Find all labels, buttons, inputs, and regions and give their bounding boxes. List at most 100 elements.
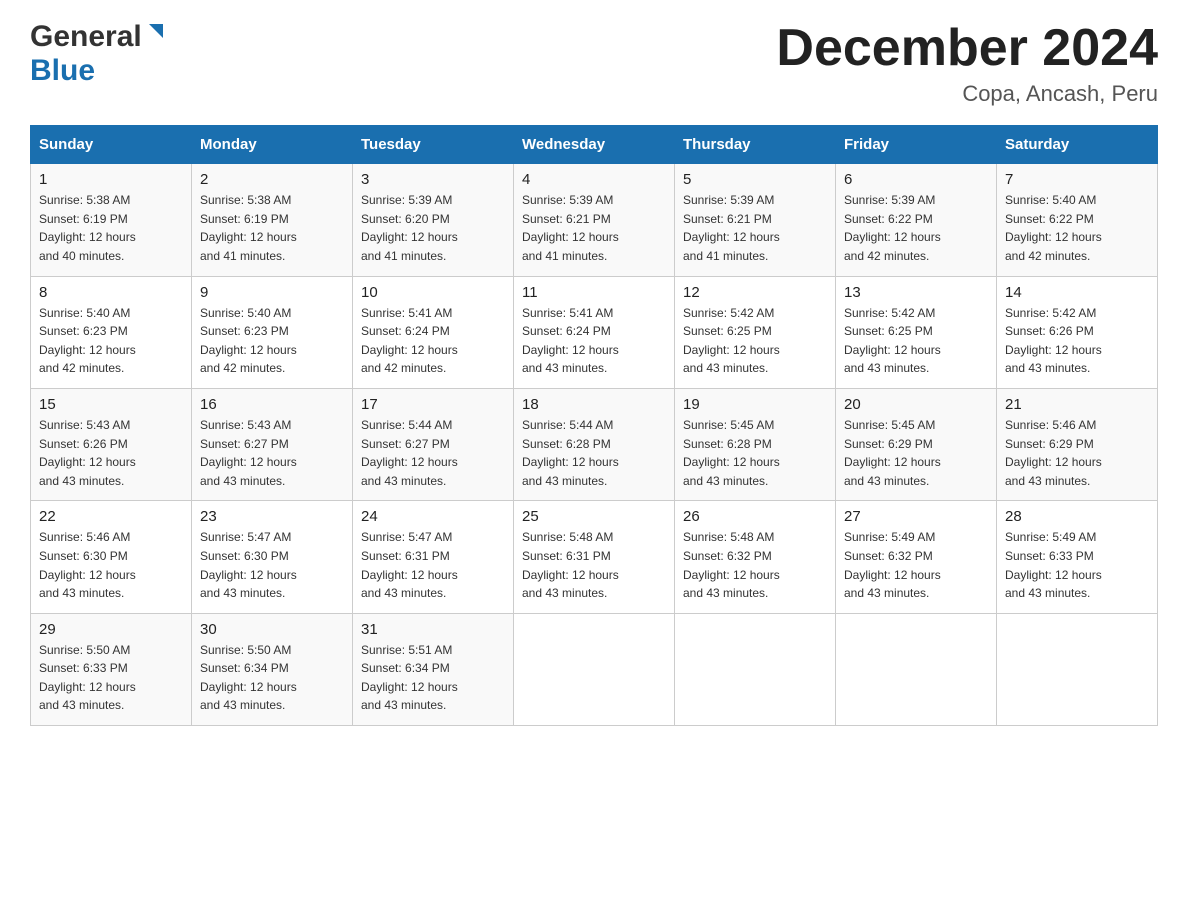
day-number: 20 — [844, 396, 988, 413]
day-info: Sunrise: 5:42 AMSunset: 6:25 PMDaylight:… — [683, 306, 780, 376]
day-number: 2 — [200, 171, 344, 188]
day-info: Sunrise: 5:48 AMSunset: 6:31 PMDaylight:… — [522, 530, 619, 600]
calendar-header: SundayMondayTuesdayWednesdayThursdayFrid… — [31, 126, 1158, 164]
day-number: 11 — [522, 284, 666, 301]
day-number: 14 — [1005, 284, 1149, 301]
day-number: 24 — [361, 508, 505, 525]
day-cell: 10 Sunrise: 5:41 AMSunset: 6:24 PMDaylig… — [353, 276, 514, 388]
header-day-wednesday: Wednesday — [514, 126, 675, 164]
day-number: 22 — [39, 508, 183, 525]
header-day-sunday: Sunday — [31, 126, 192, 164]
day-cell: 30 Sunrise: 5:50 AMSunset: 6:34 PMDaylig… — [192, 613, 353, 725]
day-info: Sunrise: 5:43 AMSunset: 6:26 PMDaylight:… — [39, 418, 136, 488]
day-number: 8 — [39, 284, 183, 301]
day-info: Sunrise: 5:45 AMSunset: 6:28 PMDaylight:… — [683, 418, 780, 488]
day-cell: 27 Sunrise: 5:49 AMSunset: 6:32 PMDaylig… — [836, 501, 997, 613]
day-info: Sunrise: 5:51 AMSunset: 6:34 PMDaylight:… — [361, 643, 458, 713]
day-info: Sunrise: 5:40 AMSunset: 6:22 PMDaylight:… — [1005, 193, 1102, 263]
day-cell — [675, 613, 836, 725]
day-info: Sunrise: 5:47 AMSunset: 6:31 PMDaylight:… — [361, 530, 458, 600]
day-number: 6 — [844, 171, 988, 188]
day-number: 27 — [844, 508, 988, 525]
day-cell: 16 Sunrise: 5:43 AMSunset: 6:27 PMDaylig… — [192, 388, 353, 500]
day-info: Sunrise: 5:42 AMSunset: 6:26 PMDaylight:… — [1005, 306, 1102, 376]
calendar-body: 1 Sunrise: 5:38 AMSunset: 6:19 PMDayligh… — [31, 164, 1158, 726]
day-info: Sunrise: 5:38 AMSunset: 6:19 PMDaylight:… — [200, 193, 297, 263]
day-info: Sunrise: 5:44 AMSunset: 6:28 PMDaylight:… — [522, 418, 619, 488]
day-info: Sunrise: 5:42 AMSunset: 6:25 PMDaylight:… — [844, 306, 941, 376]
day-info: Sunrise: 5:49 AMSunset: 6:33 PMDaylight:… — [1005, 530, 1102, 600]
day-cell: 7 Sunrise: 5:40 AMSunset: 6:22 PMDayligh… — [997, 164, 1158, 276]
day-cell: 23 Sunrise: 5:47 AMSunset: 6:30 PMDaylig… — [192, 501, 353, 613]
day-cell: 17 Sunrise: 5:44 AMSunset: 6:27 PMDaylig… — [353, 388, 514, 500]
day-cell — [514, 613, 675, 725]
day-info: Sunrise: 5:40 AMSunset: 6:23 PMDaylight:… — [39, 306, 136, 376]
day-info: Sunrise: 5:46 AMSunset: 6:29 PMDaylight:… — [1005, 418, 1102, 488]
header-day-tuesday: Tuesday — [353, 126, 514, 164]
day-number: 4 — [522, 171, 666, 188]
day-number: 12 — [683, 284, 827, 301]
day-number: 31 — [361, 621, 505, 638]
page-header: General Blue December 2024 Copa, Ancash,… — [30, 20, 1158, 107]
day-number: 25 — [522, 508, 666, 525]
day-cell: 12 Sunrise: 5:42 AMSunset: 6:25 PMDaylig… — [675, 276, 836, 388]
day-cell: 26 Sunrise: 5:48 AMSunset: 6:32 PMDaylig… — [675, 501, 836, 613]
week-row-5: 29 Sunrise: 5:50 AMSunset: 6:33 PMDaylig… — [31, 613, 1158, 725]
month-title: December 2024 — [776, 20, 1158, 77]
logo-blue-text: Blue — [30, 54, 95, 88]
day-info: Sunrise: 5:41 AMSunset: 6:24 PMDaylight:… — [522, 306, 619, 376]
day-cell: 8 Sunrise: 5:40 AMSunset: 6:23 PMDayligh… — [31, 276, 192, 388]
day-cell: 29 Sunrise: 5:50 AMSunset: 6:33 PMDaylig… — [31, 613, 192, 725]
day-cell: 3 Sunrise: 5:39 AMSunset: 6:20 PMDayligh… — [353, 164, 514, 276]
header-day-thursday: Thursday — [675, 126, 836, 164]
day-info: Sunrise: 5:43 AMSunset: 6:27 PMDaylight:… — [200, 418, 297, 488]
day-number: 19 — [683, 396, 827, 413]
day-number: 28 — [1005, 508, 1149, 525]
day-cell: 11 Sunrise: 5:41 AMSunset: 6:24 PMDaylig… — [514, 276, 675, 388]
day-cell: 21 Sunrise: 5:46 AMSunset: 6:29 PMDaylig… — [997, 388, 1158, 500]
day-cell: 25 Sunrise: 5:48 AMSunset: 6:31 PMDaylig… — [514, 501, 675, 613]
day-info: Sunrise: 5:39 AMSunset: 6:21 PMDaylight:… — [683, 193, 780, 263]
day-cell: 15 Sunrise: 5:43 AMSunset: 6:26 PMDaylig… — [31, 388, 192, 500]
day-info: Sunrise: 5:41 AMSunset: 6:24 PMDaylight:… — [361, 306, 458, 376]
day-info: Sunrise: 5:48 AMSunset: 6:32 PMDaylight:… — [683, 530, 780, 600]
week-row-3: 15 Sunrise: 5:43 AMSunset: 6:26 PMDaylig… — [31, 388, 1158, 500]
header-day-saturday: Saturday — [997, 126, 1158, 164]
day-cell: 9 Sunrise: 5:40 AMSunset: 6:23 PMDayligh… — [192, 276, 353, 388]
week-row-2: 8 Sunrise: 5:40 AMSunset: 6:23 PMDayligh… — [31, 276, 1158, 388]
week-row-4: 22 Sunrise: 5:46 AMSunset: 6:30 PMDaylig… — [31, 501, 1158, 613]
day-cell: 22 Sunrise: 5:46 AMSunset: 6:30 PMDaylig… — [31, 501, 192, 613]
day-number: 15 — [39, 396, 183, 413]
day-number: 26 — [683, 508, 827, 525]
day-cell: 20 Sunrise: 5:45 AMSunset: 6:29 PMDaylig… — [836, 388, 997, 500]
day-number: 16 — [200, 396, 344, 413]
header-day-friday: Friday — [836, 126, 997, 164]
day-info: Sunrise: 5:50 AMSunset: 6:34 PMDaylight:… — [200, 643, 297, 713]
day-cell: 1 Sunrise: 5:38 AMSunset: 6:19 PMDayligh… — [31, 164, 192, 276]
day-info: Sunrise: 5:49 AMSunset: 6:32 PMDaylight:… — [844, 530, 941, 600]
day-cell — [836, 613, 997, 725]
day-cell: 13 Sunrise: 5:42 AMSunset: 6:25 PMDaylig… — [836, 276, 997, 388]
day-number: 30 — [200, 621, 344, 638]
day-number: 17 — [361, 396, 505, 413]
day-number: 5 — [683, 171, 827, 188]
day-number: 3 — [361, 171, 505, 188]
day-number: 23 — [200, 508, 344, 525]
day-cell: 28 Sunrise: 5:49 AMSunset: 6:33 PMDaylig… — [997, 501, 1158, 613]
day-info: Sunrise: 5:46 AMSunset: 6:30 PMDaylight:… — [39, 530, 136, 600]
day-cell: 6 Sunrise: 5:39 AMSunset: 6:22 PMDayligh… — [836, 164, 997, 276]
day-number: 9 — [200, 284, 344, 301]
logo: General Blue — [30, 20, 167, 88]
day-cell: 31 Sunrise: 5:51 AMSunset: 6:34 PMDaylig… — [353, 613, 514, 725]
day-number: 1 — [39, 171, 183, 188]
day-number: 29 — [39, 621, 183, 638]
day-number: 21 — [1005, 396, 1149, 413]
week-row-1: 1 Sunrise: 5:38 AMSunset: 6:19 PMDayligh… — [31, 164, 1158, 276]
day-info: Sunrise: 5:38 AMSunset: 6:19 PMDaylight:… — [39, 193, 136, 263]
logo-arrow-icon — [145, 20, 167, 47]
day-cell: 19 Sunrise: 5:45 AMSunset: 6:28 PMDaylig… — [675, 388, 836, 500]
day-cell: 4 Sunrise: 5:39 AMSunset: 6:21 PMDayligh… — [514, 164, 675, 276]
day-cell — [997, 613, 1158, 725]
day-number: 10 — [361, 284, 505, 301]
header-day-monday: Monday — [192, 126, 353, 164]
